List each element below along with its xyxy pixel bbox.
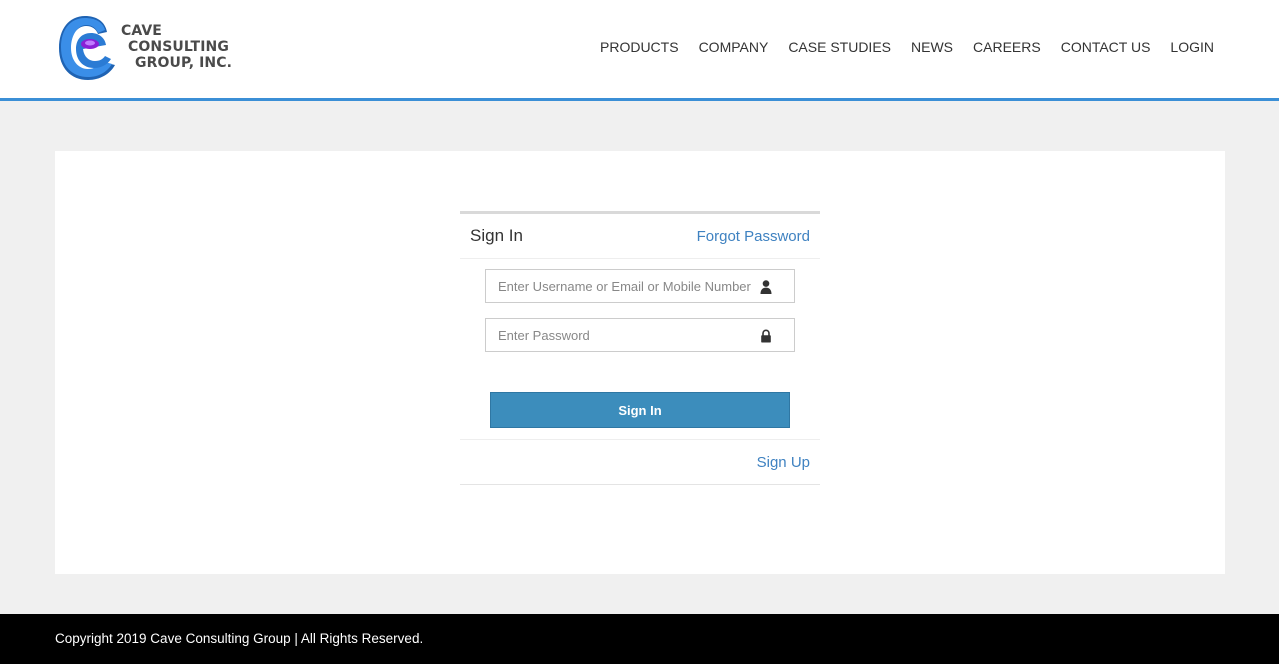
forgot-password-link[interactable]: Forgot Password [697,228,810,245]
sign-up-link[interactable]: Sign Up [757,454,810,471]
company-logo[interactable]: CAVE CONSULTING GROUP, INC. [55,12,235,84]
lock-icon [761,329,771,343]
username-field [485,269,795,303]
nav-contact-us[interactable]: CONTACT US [1061,39,1151,55]
logo-line-2: CONSULTING [128,39,229,55]
logo-line-1: CAVE [121,23,162,39]
logo-wordmark: CAVE CONSULTING GROUP, INC. [117,23,232,71]
nav-company[interactable]: COMPANY [699,39,769,55]
nav-products[interactable]: PRODUCTS [600,39,679,55]
password-field [485,318,795,352]
login-header: Sign In Forgot Password [460,214,820,259]
login-panel: Sign In Forgot Password Sign In Sign Up [460,211,820,485]
username-input[interactable] [486,270,794,302]
copyright-text: Copyright 2019 Cave Consulting Group | A… [55,631,424,646]
password-input[interactable] [486,319,794,351]
login-footer: Sign Up [460,439,820,485]
site-header: CAVE CONSULTING GROUP, INC. PRODUCTS COM… [0,0,1279,98]
logo-mark-icon [59,16,115,80]
sign-in-button[interactable]: Sign In [490,392,790,428]
logo-line-3: GROUP, INC. [135,55,233,71]
user-icon [760,280,772,294]
nav-login[interactable]: LOGIN [1170,39,1214,55]
nav-news[interactable]: NEWS [911,39,953,55]
login-title: Sign In [470,226,523,245]
nav-careers[interactable]: CAREERS [973,39,1041,55]
nav-case-studies[interactable]: CASE STUDIES [788,39,891,55]
header-divider [0,98,1279,101]
content-card: Sign In Forgot Password Sign In Sign Up [55,151,1225,574]
main-nav: PRODUCTS COMPANY CASE STUDIES NEWS CAREE… [600,39,1214,55]
site-footer: Copyright 2019 Cave Consulting Group | A… [0,614,1279,664]
